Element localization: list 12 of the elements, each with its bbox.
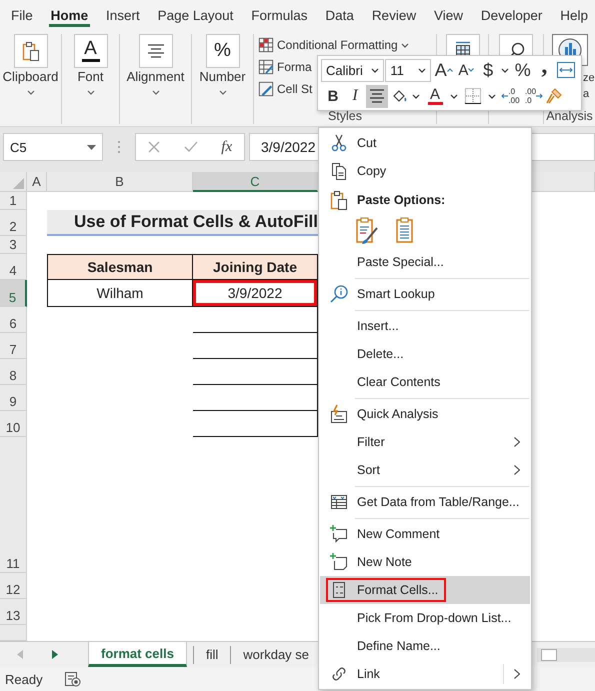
group-label: Analysis: [546, 109, 593, 123]
group-label: Styles: [328, 109, 362, 123]
table-header-cell: Joining Date: [193, 254, 318, 280]
ribbon-button-label: a: [583, 88, 590, 100]
table-cell: 3/9/2022: [193, 280, 318, 307]
table-cell: Wilham: [47, 280, 193, 307]
table-header-cell: Salesman: [47, 254, 193, 280]
status-text: Ready: [5, 672, 43, 686]
percent-symbol: %: [214, 42, 231, 60]
ribbon-button-label: ze: [583, 72, 595, 84]
menu-heading: Paste Options:: [357, 192, 446, 206]
font-symbol: A: [84, 40, 97, 58]
